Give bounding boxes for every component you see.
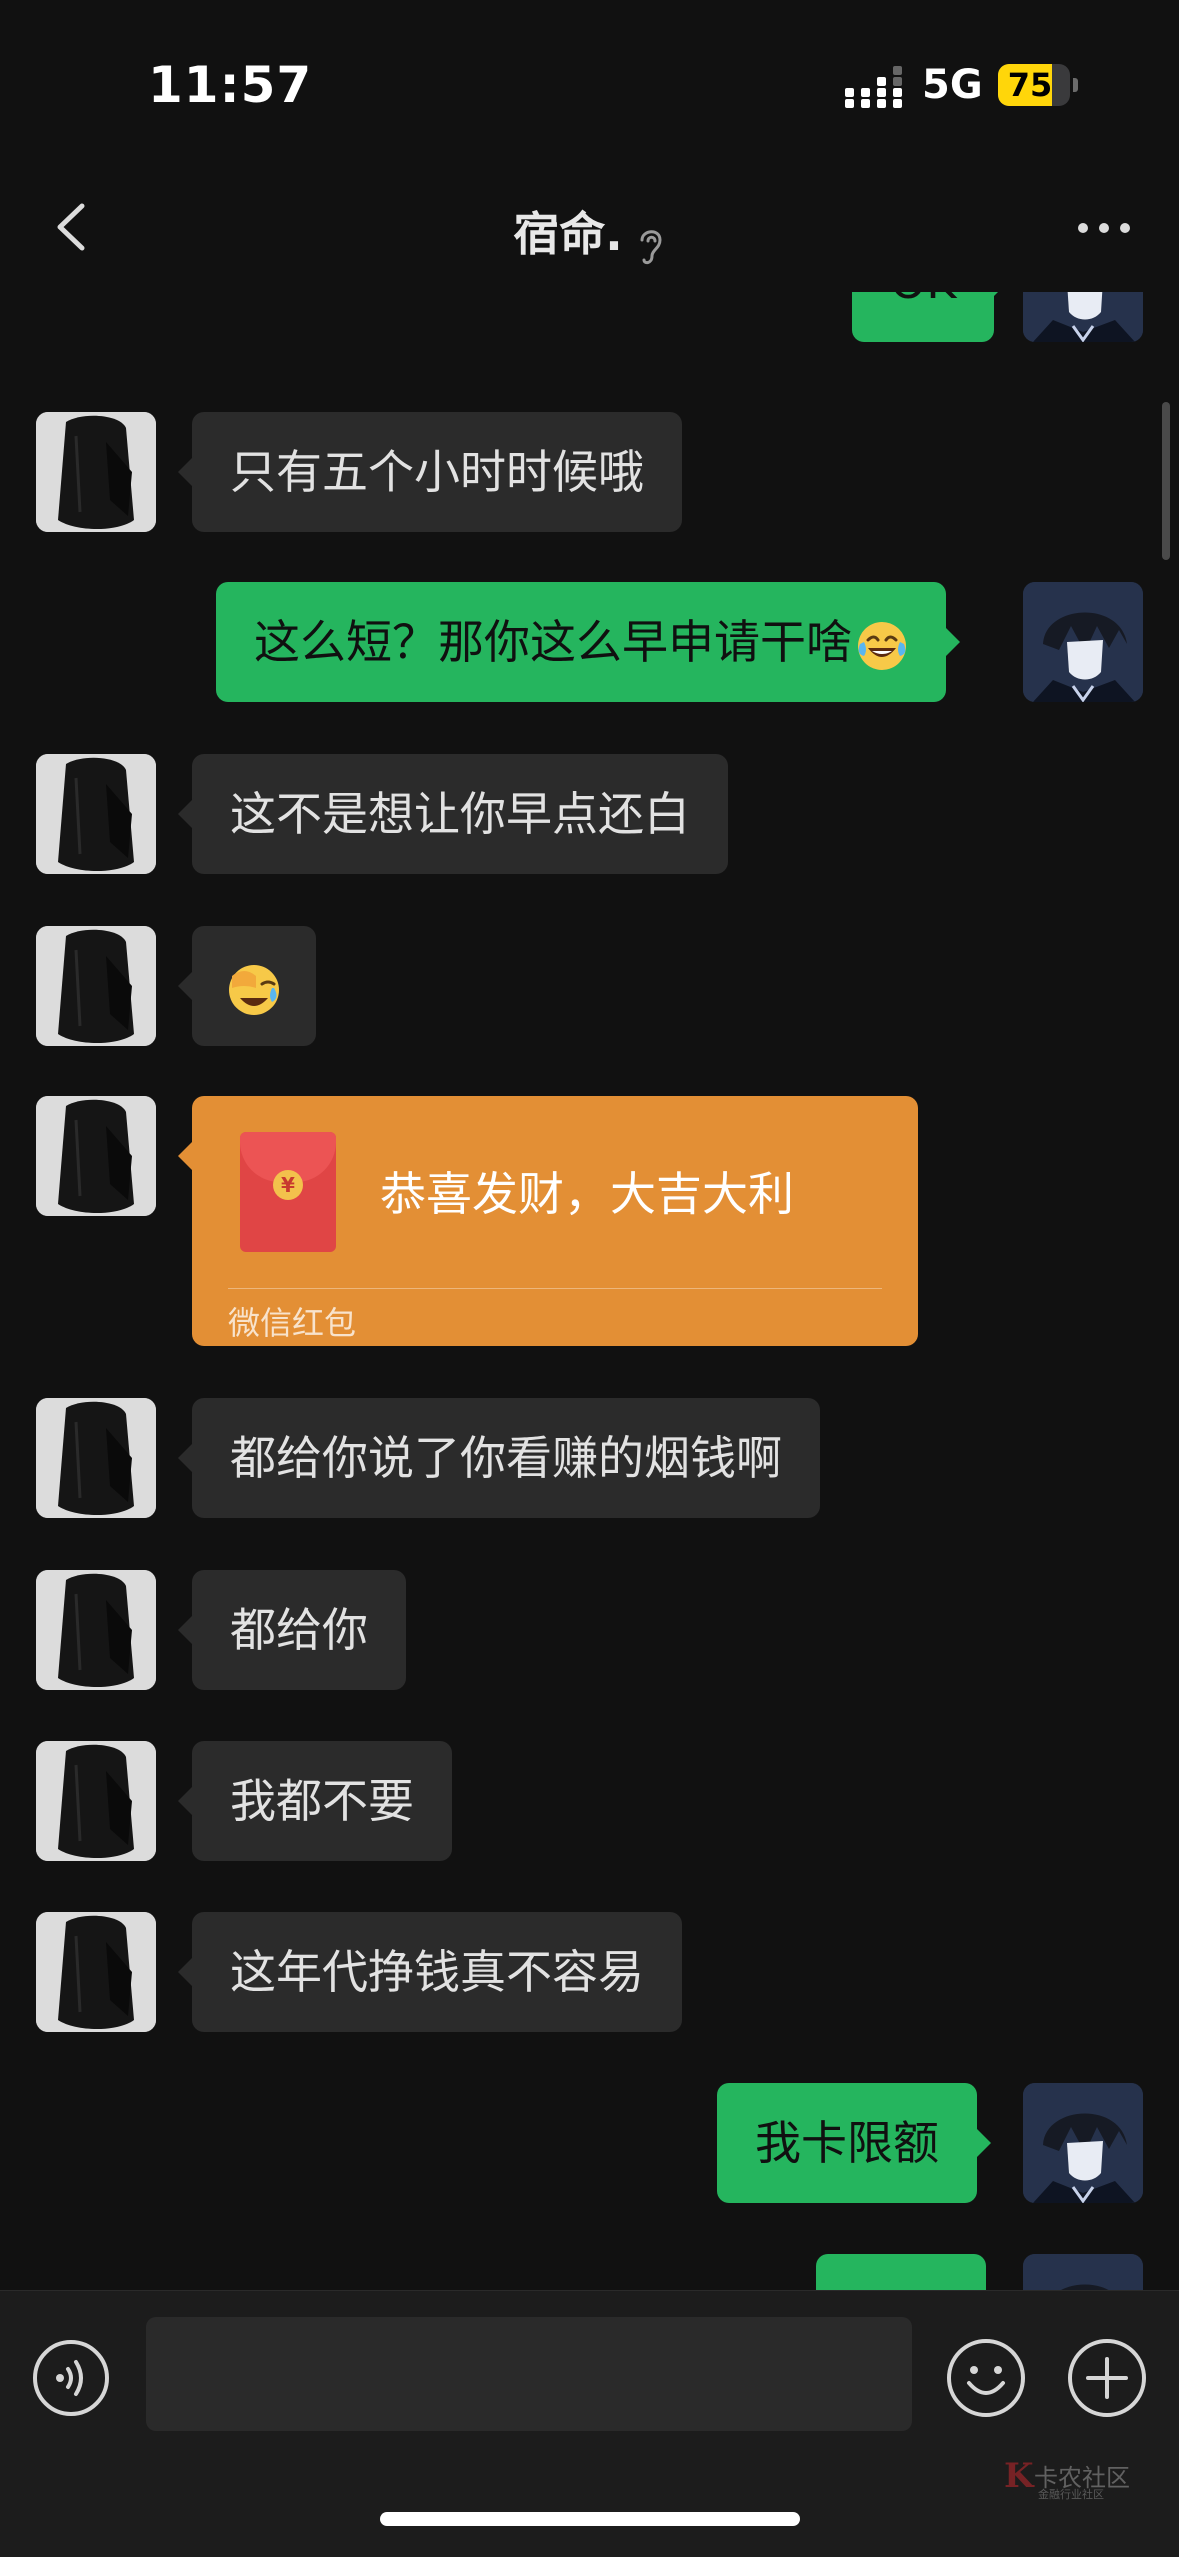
message-text: OK bbox=[890, 292, 956, 309]
message-bubble-incoming[interactable]: 我都不要 bbox=[178, 1741, 452, 1861]
contact-avatar[interactable] bbox=[36, 412, 156, 532]
dark-coat-avatar-image bbox=[36, 1912, 156, 2032]
more-functions-plus-icon[interactable] bbox=[1066, 2337, 1148, 2419]
chat-title: 宿命. bbox=[513, 207, 623, 261]
earpiece-mode-icon bbox=[640, 229, 662, 264]
my-avatar[interactable] bbox=[1023, 2254, 1143, 2290]
message-bubble-outgoing[interactable]: 我卡限额 bbox=[717, 2083, 991, 2203]
voice-input-icon[interactable] bbox=[32, 2339, 110, 2417]
battery-icon: 75 bbox=[998, 64, 1070, 106]
dark-coat-avatar-image bbox=[36, 926, 156, 1046]
contact-avatar[interactable] bbox=[36, 1398, 156, 1518]
message-bubble-outgoing[interactable]: 这么短？那你这么早申请干啥 bbox=[216, 582, 960, 702]
yuan-coin-icon: ¥ bbox=[273, 1170, 303, 1200]
watermark-tagline: 金融行业社区 bbox=[1038, 2488, 1104, 2501]
message-bubble-incoming[interactable]: 这年代挣钱真不容易 bbox=[178, 1912, 682, 2032]
message-text: 都给你说了你看赚的烟钱啊 bbox=[230, 1431, 782, 1485]
contact-avatar[interactable] bbox=[36, 754, 156, 874]
message-bubble-incoming[interactable]: 只有五个小时时候哦 bbox=[178, 412, 682, 532]
dark-coat-avatar-image bbox=[36, 412, 156, 532]
home-indicator[interactable] bbox=[380, 2512, 800, 2526]
message-text: 我卡限额 bbox=[755, 2116, 939, 2170]
cellular-signal-icon bbox=[845, 66, 902, 108]
status-bar: 11:57 5G 75 bbox=[0, 0, 1179, 170]
dark-coat-avatar-image bbox=[36, 1741, 156, 1861]
chat-message-list[interactable]: OK 只有五个小时时候哦 这么短？那你 bbox=[0, 292, 1179, 2290]
message-text: 这不是想让你早点还白 bbox=[230, 787, 690, 841]
chat-header: 宿命. bbox=[0, 170, 1179, 292]
network-type: 5G bbox=[922, 62, 983, 108]
message-text: 我都不要 bbox=[230, 1774, 414, 1828]
emoji-picker-icon[interactable] bbox=[945, 2337, 1027, 2419]
contact-avatar[interactable] bbox=[36, 1096, 156, 1216]
anime-avatar-image bbox=[1023, 582, 1143, 702]
red-packet-label: 微信红包 bbox=[228, 1304, 357, 1342]
watermark-logo: K 卡农社区 金融行业社区 bbox=[1004, 2456, 1154, 2501]
more-options-icon[interactable] bbox=[1069, 198, 1139, 258]
watermark-k-mark: K bbox=[1004, 2456, 1034, 2496]
anime-avatar-image bbox=[1023, 2083, 1143, 2203]
chat-scrollbar[interactable] bbox=[1162, 402, 1170, 560]
contact-avatar[interactable] bbox=[36, 1741, 156, 1861]
face-palm-laughing-emoji-icon bbox=[229, 964, 279, 1015]
dark-coat-avatar-image bbox=[36, 1570, 156, 1690]
anime-avatar-image bbox=[1023, 2254, 1143, 2290]
message-text: 只有五个小时时候哦 bbox=[230, 445, 644, 499]
message-text-input[interactable] bbox=[146, 2317, 912, 2431]
my-avatar[interactable] bbox=[1023, 292, 1143, 342]
red-packet-card[interactable]: ¥ 恭喜发财，大吉大利 微信红包 bbox=[178, 1096, 918, 1346]
battery-percent: 75 bbox=[1007, 66, 1053, 104]
message-bubble-incoming[interactable]: 这不是想让你早点还白 bbox=[178, 754, 728, 874]
chat-title-wrap: 宿命. bbox=[0, 198, 1179, 268]
battery-tip bbox=[1073, 78, 1078, 92]
message-bubble-outgoing[interactable] bbox=[816, 2254, 986, 2290]
message-bubble-incoming[interactable]: 都给你 bbox=[178, 1570, 406, 1690]
my-avatar[interactable] bbox=[1023, 2083, 1143, 2203]
tears-of-joy-emoji-icon bbox=[858, 621, 906, 670]
dark-coat-avatar-image bbox=[36, 1096, 156, 1216]
message-text: 都给你 bbox=[230, 1603, 368, 1657]
anime-avatar-image bbox=[1023, 292, 1143, 342]
message-text: 这年代挣钱真不容易 bbox=[230, 1945, 644, 1999]
red-packet-divider bbox=[228, 1288, 882, 1289]
message-text: 这么短？那你这么早申请干啥 bbox=[254, 615, 852, 669]
contact-avatar[interactable] bbox=[36, 1570, 156, 1690]
status-time: 11:57 bbox=[148, 56, 313, 114]
contact-avatar[interactable] bbox=[36, 926, 156, 1046]
message-bubble-incoming[interactable] bbox=[178, 926, 316, 1046]
message-bubble-outgoing[interactable]: OK bbox=[852, 292, 1009, 342]
message-bubble-incoming[interactable]: 都给你说了你看赚的烟钱啊 bbox=[178, 1398, 820, 1518]
my-avatar[interactable] bbox=[1023, 582, 1143, 702]
dark-coat-avatar-image bbox=[36, 754, 156, 874]
dark-coat-avatar-image bbox=[36, 1398, 156, 1518]
red-envelope-icon: ¥ bbox=[240, 1132, 336, 1252]
red-packet-greeting: 恭喜发财，大吉大利 bbox=[380, 1167, 794, 1221]
contact-avatar[interactable] bbox=[36, 1912, 156, 2032]
